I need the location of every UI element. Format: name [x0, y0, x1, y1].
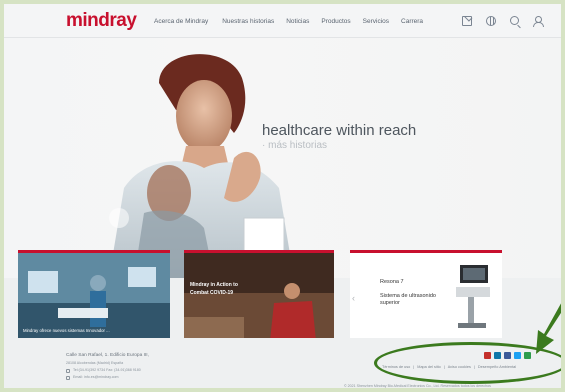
- email-icon: [66, 375, 70, 380]
- hero-banner[interactable]: healthcare within reach · más historias: [4, 38, 561, 278]
- hero-more-link[interactable]: · más historias: [262, 140, 327, 151]
- phone-icon: [66, 368, 70, 373]
- globe-icon[interactable]: [486, 16, 496, 26]
- address-block: Calle San Rafael, 1. Edificio Europa III…: [66, 352, 149, 381]
- news-card-3[interactable]: ‹ Resona 7 Sistema de ultrasonido superi…: [350, 250, 502, 338]
- chevron-left-icon[interactable]: ‹: [352, 293, 355, 303]
- annotation-arrow-icon: [536, 303, 561, 354]
- news-cards: Mindray ofrece nuevos sistemas Innovador…: [18, 250, 558, 340]
- operating-room-image: [18, 253, 170, 338]
- address-line-1: Calle San Rafael, 1. Edificio Europa III…: [66, 353, 149, 358]
- search-icon[interactable]: [510, 16, 519, 25]
- nav-acerca[interactable]: Acerca de Mindray: [154, 18, 208, 25]
- nav-carrera[interactable]: Carrera: [401, 18, 423, 25]
- header-icons: [462, 16, 544, 27]
- mail-icon[interactable]: [462, 16, 472, 26]
- phone-line: Tel:(34-91)392 9734 Fax: (34-91)368 9180: [66, 367, 149, 374]
- page-frame: mindray Acerca de Mindray Nuestras histo…: [0, 0, 565, 392]
- nav-servicios[interactable]: Servicios: [363, 18, 389, 25]
- mindray-logo[interactable]: mindray: [66, 10, 137, 32]
- copyright-text: © 2021 Shenzhen Mindray Bio-Medical Elec…: [344, 384, 491, 388]
- card-3-text: Sistema de ultrasonido superior: [380, 293, 436, 306]
- email-line: Email: info.es@mindray.com: [66, 374, 149, 381]
- nav-productos[interactable]: Productos: [321, 18, 350, 25]
- news-card-1[interactable]: Mindray ofrece nuevos sistemas Innovador…: [18, 250, 170, 338]
- hero-title: healthcare within reach: [262, 122, 417, 139]
- site-header: mindray Acerca de Mindray Nuestras histo…: [4, 4, 561, 38]
- address-line-2: 28108 Alcobendas (Madrid) España: [66, 361, 124, 365]
- card-3-title: Resona 7: [380, 279, 404, 285]
- hero-image: [109, 54, 294, 278]
- news-card-2[interactable]: Mindray in Action to Combat COVID-19: [184, 250, 334, 338]
- card-1-caption: Mindray ofrece nuevos sistemas Innovador…: [23, 328, 110, 333]
- ultrasound-device-image: [456, 265, 490, 328]
- user-icon[interactable]: [533, 16, 544, 27]
- main-nav: Acerca de Mindray Nuestras historias Not…: [154, 18, 435, 25]
- nav-historias[interactable]: Nuestras historias: [222, 18, 274, 25]
- card-2-headline: Mindray in Action to Combat COVID-19: [190, 282, 238, 296]
- phone-text: Tel:(34-91)392 9734 Fax: (34-91)368 9180: [73, 368, 141, 372]
- nav-noticias[interactable]: Noticias: [286, 18, 309, 25]
- email-text[interactable]: Email: info.es@mindray.com: [73, 374, 119, 381]
